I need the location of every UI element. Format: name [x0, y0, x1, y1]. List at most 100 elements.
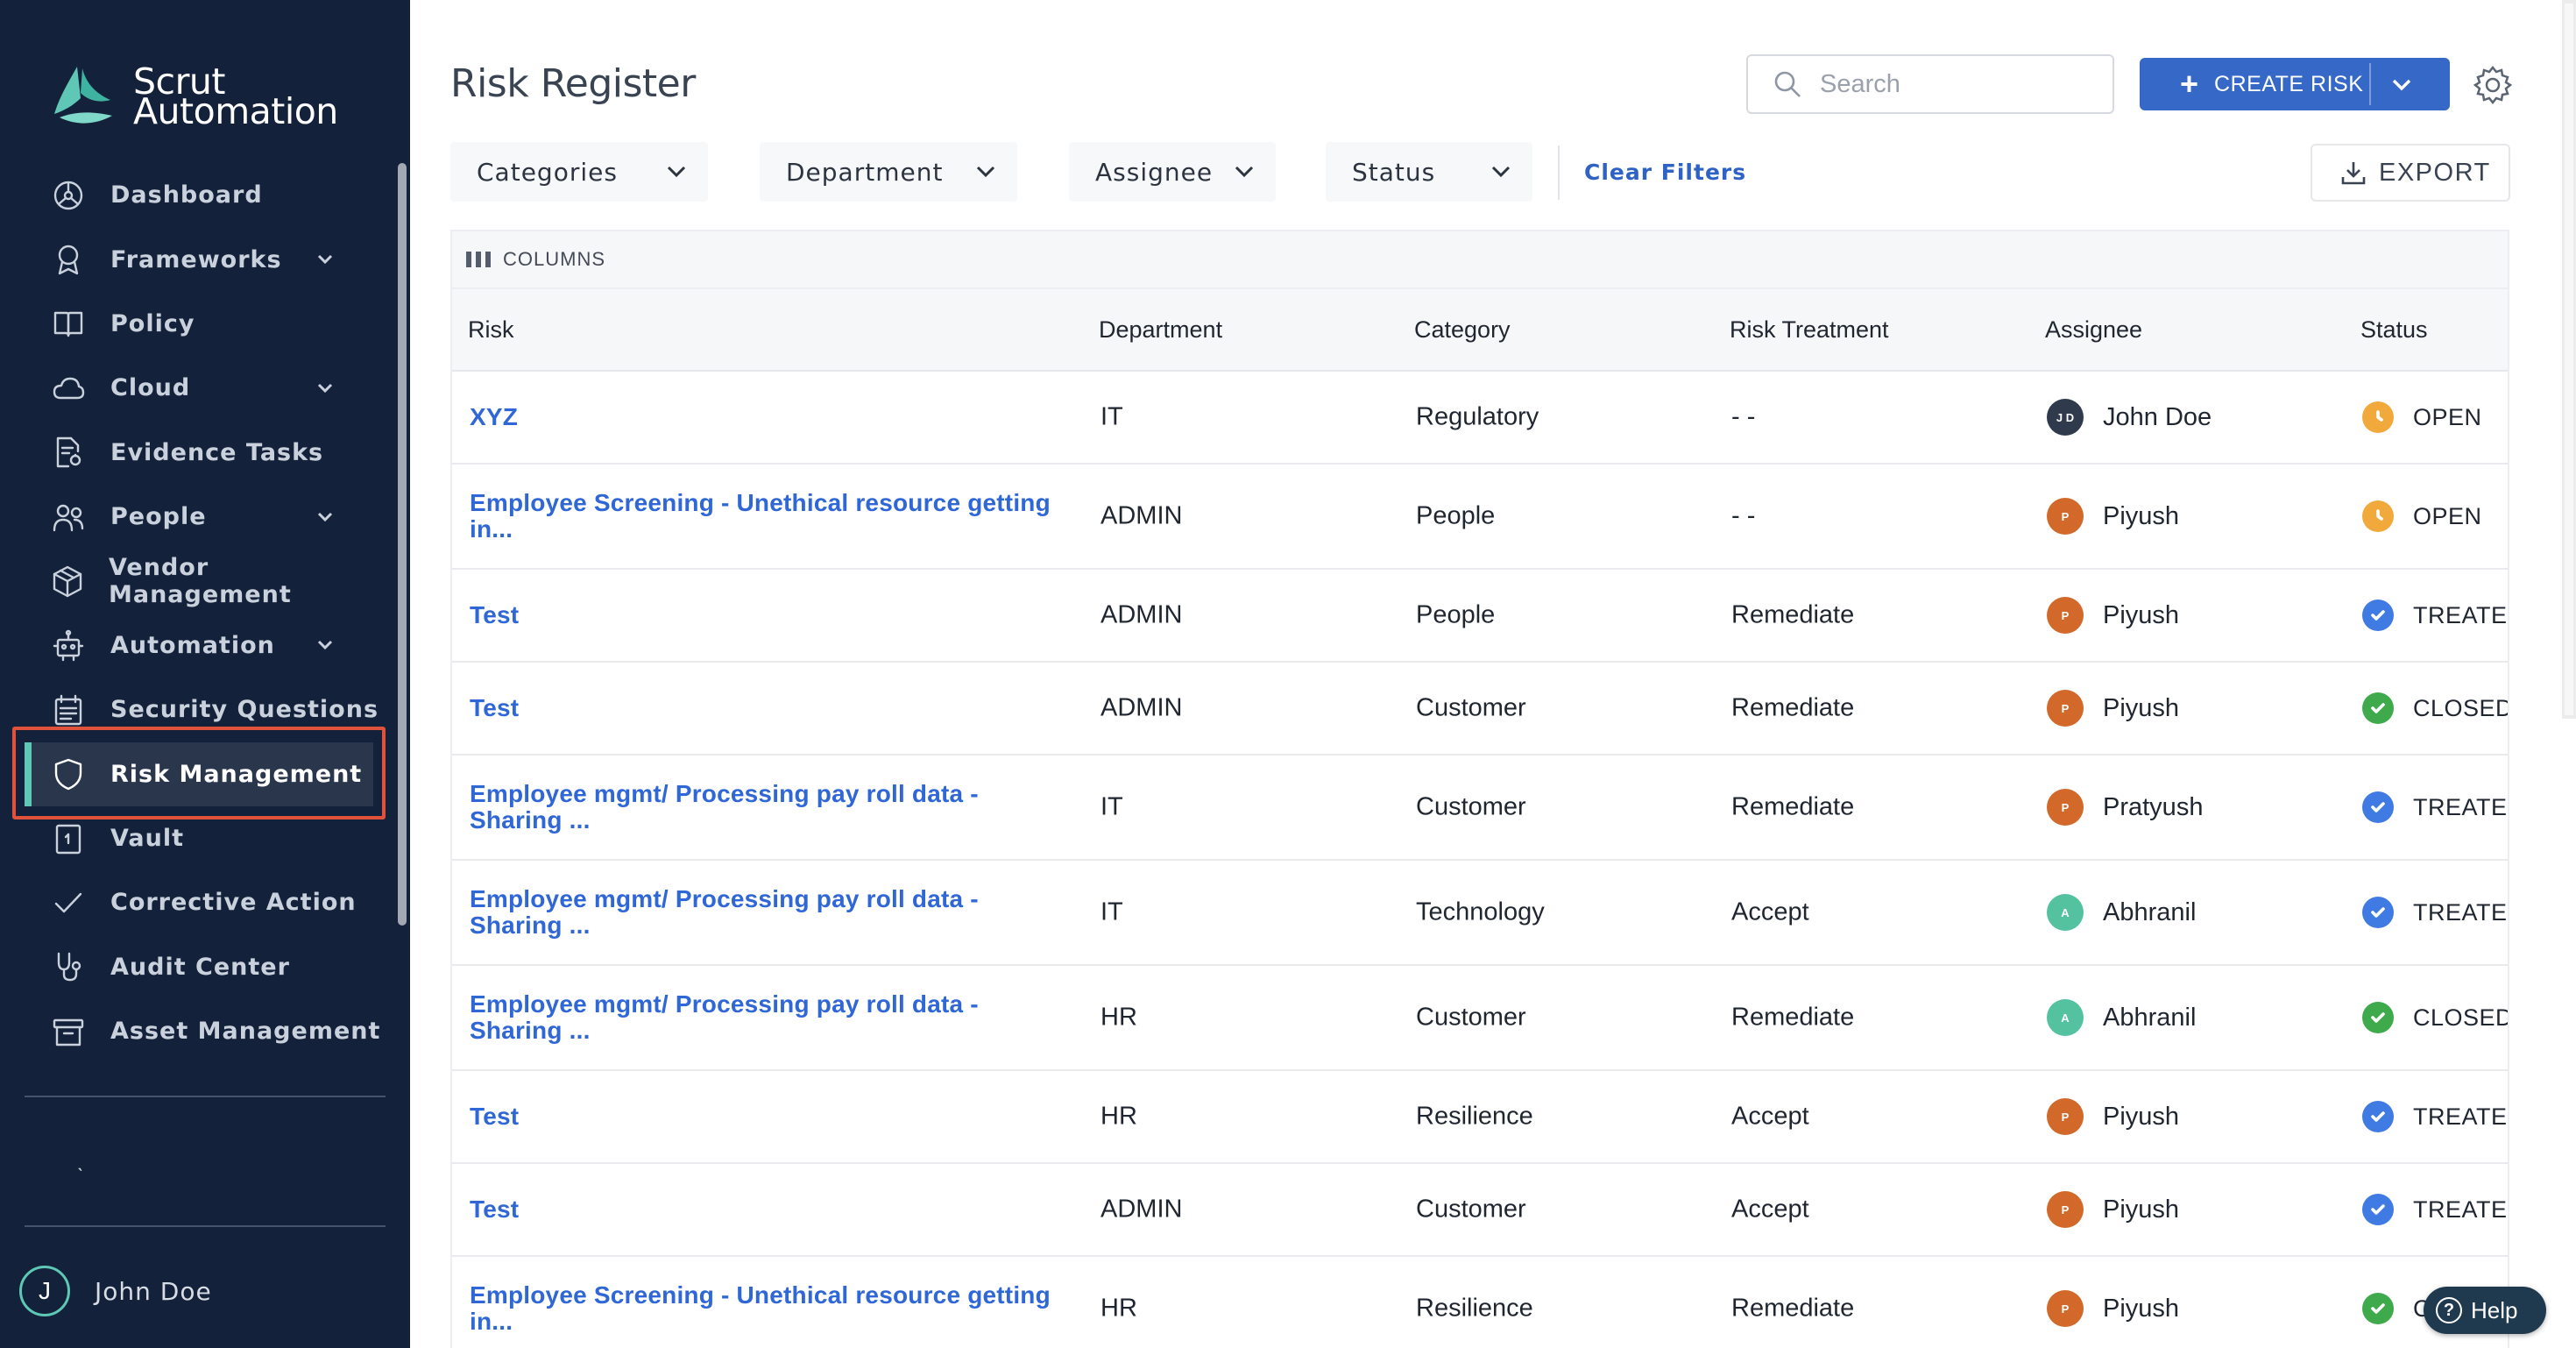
table-row[interactable]: Employee mgmt/ Processing pay roll data … — [452, 756, 2508, 861]
sidebar-item-vault[interactable]: Vault — [0, 806, 386, 870]
sidebar-item-evidence-tasks[interactable]: Evidence Tasks — [0, 421, 386, 485]
help-button[interactable]: ? Help — [2424, 1287, 2546, 1334]
export-label: EXPORT — [2379, 158, 2491, 187]
download-icon — [2341, 162, 2366, 185]
assignee-filter[interactable]: Assignee — [1069, 142, 1276, 202]
assignee-name: Abhranil — [2103, 897, 2197, 926]
sidebar-item-vendor-management[interactable]: Vendor Management — [0, 549, 386, 613]
table-header: Risk Department Category Risk Treatment … — [452, 289, 2508, 372]
table-row[interactable]: Employee Screening - Unethical resource … — [452, 465, 2508, 570]
table-row[interactable]: Employee Screening - Unethical resource … — [452, 1257, 2508, 1348]
treatment-cell: Accept — [1731, 1102, 1809, 1131]
avatar: P — [2047, 597, 2084, 634]
table-row[interactable]: Test ADMIN Customer Remediate P Piyush CLOSED — [452, 663, 2508, 756]
sidebar-item-asset-management[interactable]: Asset Management — [0, 999, 386, 1063]
create-risk-button[interactable]: + CREATE RISK — [2140, 58, 2450, 110]
treatment-cell: - - — [1731, 402, 1756, 431]
department-cell: ADMIN — [1100, 693, 1183, 722]
categories-filter[interactable]: Categories — [450, 142, 708, 202]
sidebar-item-dashboard[interactable]: Dashboard — [0, 163, 386, 227]
sidebar-item-cloud[interactable]: Cloud — [0, 356, 386, 420]
page-scrollbar[interactable] — [2562, 0, 2576, 719]
table-row[interactable]: Employee mgmt/ Processing pay roll data … — [452, 861, 2508, 966]
search-input[interactable]: Search — [1746, 54, 2114, 114]
sidebar-item-label: Frameworks — [110, 245, 282, 273]
risk-link[interactable]: Test — [470, 1196, 1074, 1223]
status-badge: OPEN — [2362, 500, 2482, 532]
risk-link[interactable]: Employee Screening - Unethical resource … — [470, 490, 1074, 543]
risk-link[interactable]: Employee Screening - Unethical resource … — [470, 1282, 1074, 1335]
cloud-icon — [51, 371, 86, 406]
columns-button[interactable]: COLUMNS — [452, 231, 2508, 289]
sidebar-item-corrective-action[interactable]: Corrective Action — [0, 870, 386, 934]
department-filter[interactable]: Department — [760, 142, 1017, 202]
category-cell: Technology — [1416, 897, 1545, 926]
sidebar-item-label: Security Questions — [110, 696, 379, 724]
avatar: A — [2047, 894, 2084, 931]
chevron-down-icon[interactable] — [312, 632, 338, 658]
chevron-down-icon[interactable] — [2387, 70, 2417, 100]
assignee-name: Piyush — [2103, 1102, 2180, 1131]
status-badge: TREATED — [2362, 600, 2508, 631]
filter-separator — [1558, 145, 1560, 200]
table-row[interactable]: Employee mgmt/ Processing pay roll data … — [452, 966, 2508, 1071]
risk-link[interactable]: Employee mgmt/ Processing pay roll data … — [470, 886, 1074, 939]
table-row[interactable]: XYZ IT Regulatory - - J D John Doe OPEN — [452, 372, 2508, 465]
sidebar-nav: Dashboard Frameworks Policy Cloud Evidence T… — [0, 163, 386, 1063]
sidebar-item-people[interactable]: People — [0, 485, 386, 549]
department-filter-label: Department — [786, 157, 944, 187]
sidebar-item-security-questions[interactable]: Security Questions — [0, 678, 386, 741]
table-row[interactable]: Test ADMIN People Remediate P Piyush TREATED — [452, 570, 2508, 663]
chevron-down-icon[interactable] — [312, 246, 338, 273]
scrut-logo[interactable]: Scrut Automation — [47, 61, 338, 131]
table-row[interactable]: Test ADMIN Customer Accept P Piyush TREATED — [452, 1164, 2508, 1257]
avatar: P — [2047, 498, 2084, 535]
risk-link[interactable]: Test — [470, 602, 1074, 628]
risk-link[interactable]: XYZ — [470, 404, 1074, 430]
header-category[interactable]: Category — [1414, 316, 1511, 344]
clear-filters-link[interactable]: Clear Filters — [1584, 160, 1746, 185]
status-filter[interactable]: Status — [1326, 142, 1532, 202]
status-badge: TREATED — [2362, 897, 2508, 928]
category-cell: Resilience — [1416, 1102, 1533, 1131]
status-badge: CLOSED — [2362, 692, 2508, 724]
assignee-name: Piyush — [2103, 501, 2180, 530]
table-row[interactable]: Test HR Resilience Accept P Piyush TREATED — [452, 1071, 2508, 1164]
user-profile[interactable]: J John Doe — [19, 1266, 212, 1316]
sidebar-item-audit-center[interactable]: Audit Center — [0, 935, 386, 999]
status-badge: TREATED — [2362, 791, 2508, 823]
export-button[interactable]: EXPORT — [2311, 144, 2510, 202]
risk-link[interactable]: Test — [470, 1103, 1074, 1130]
sidebar-item-label: Evidence Tasks — [110, 438, 324, 466]
columns-label: COLUMNS — [503, 248, 606, 270]
page-title: Risk Register — [450, 61, 696, 106]
risk-link[interactable]: Employee mgmt/ Processing pay roll data … — [470, 781, 1074, 834]
sidebar-item-risk-management[interactable]: Risk Management — [25, 741, 373, 807]
sidebar-item-label: Vendor Management — [109, 554, 292, 609]
status-text: TREATED — [2413, 793, 2508, 820]
gear-icon[interactable] — [2473, 65, 2513, 105]
risk-link[interactable]: Employee mgmt/ Processing pay roll data … — [470, 991, 1074, 1044]
table-body: XYZ IT Regulatory - - J D John Doe OPEN Employe… — [452, 372, 2508, 1348]
chevron-down-icon — [1230, 158, 1258, 186]
header-assignee[interactable]: Assignee — [2045, 316, 2142, 344]
chevron-down-icon[interactable] — [312, 375, 338, 401]
help-label: Help — [2471, 1296, 2518, 1323]
header-department[interactable]: Department — [1099, 316, 1222, 344]
header-status[interactable]: Status — [2360, 316, 2428, 344]
assignee-name: Piyush — [2103, 693, 2180, 722]
treatment-cell: - - — [1731, 501, 1756, 530]
archive-icon — [51, 1014, 86, 1049]
sidebar-item-automation[interactable]: Automation — [0, 614, 386, 678]
sidebar-item-frameworks[interactable]: Frameworks — [0, 227, 386, 291]
risk-link[interactable]: Test — [470, 695, 1074, 721]
sidebar-scrollbar[interactable] — [398, 163, 407, 926]
header-risk[interactable]: Risk — [468, 316, 514, 344]
chevron-down-icon[interactable] — [312, 504, 338, 530]
check-icon — [51, 885, 86, 920]
sidebar-item-policy[interactable]: Policy — [0, 292, 386, 356]
header-risk-treatment[interactable]: Risk Treatment — [1730, 316, 1889, 344]
avatar: J — [19, 1266, 70, 1316]
avatar: A — [2047, 999, 2084, 1036]
assignee-name: Pratyush — [2103, 792, 2204, 821]
